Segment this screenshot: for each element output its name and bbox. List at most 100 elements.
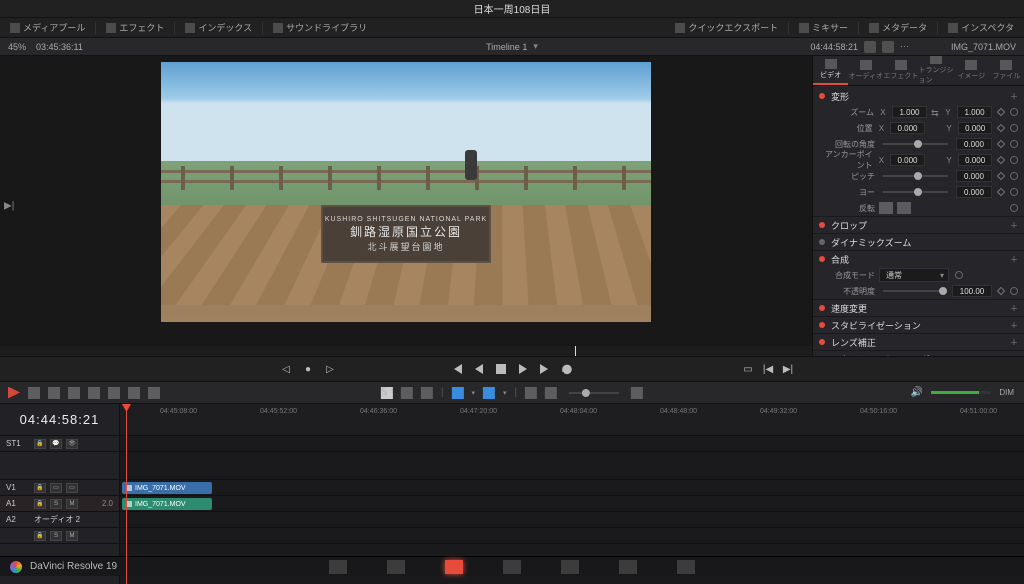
section-crop[interactable]: クロップ＋ xyxy=(813,217,1024,233)
tab-audio[interactable]: オーディオ xyxy=(848,56,883,85)
tab-image[interactable]: イメージ xyxy=(954,56,989,85)
enable-dot[interactable] xyxy=(819,222,825,228)
reset-icon[interactable] xyxy=(955,271,963,279)
play-button[interactable] xyxy=(517,363,529,375)
mark-in-icon[interactable]: ◁ xyxy=(280,363,292,375)
volume-slider[interactable] xyxy=(931,391,991,394)
insert-icon[interactable] xyxy=(68,387,80,399)
resolve-logo-icon[interactable] xyxy=(10,561,22,573)
lock-icon[interactable] xyxy=(421,387,433,399)
track-head-a1[interactable]: A1🔒SM2.0 xyxy=(0,496,119,512)
timecode-display[interactable]: 04:44:58:21 xyxy=(0,404,119,436)
pitch-input[interactable]: 0.000 xyxy=(956,170,992,182)
selection-tool-icon[interactable] xyxy=(8,387,20,399)
chevron-down-icon[interactable]: ▾ xyxy=(503,389,507,397)
solo-button[interactable]: S xyxy=(50,499,62,509)
keyframe-icon[interactable] xyxy=(997,287,1005,295)
zoom-out-icon[interactable] xyxy=(525,387,537,399)
keyframe-icon[interactable] xyxy=(997,172,1005,180)
track-v1-lane[interactable]: IMG_7071.MOV xyxy=(120,480,1024,496)
section-composite[interactable]: 合成＋ xyxy=(813,251,1024,267)
page-edit[interactable] xyxy=(445,560,463,574)
append-icon[interactable] xyxy=(148,387,160,399)
chevron-down-icon[interactable]: ▾ xyxy=(471,389,475,397)
dots-icon[interactable]: ⋯ xyxy=(900,41,909,52)
tab-file[interactable]: ファイル xyxy=(989,56,1024,85)
lock-icon[interactable]: 🔒 xyxy=(34,499,46,509)
section-transform[interactable]: 変形＋ xyxy=(813,88,1024,104)
jump-next-icon[interactable]: ▶| xyxy=(782,363,794,375)
yaw-slider[interactable] xyxy=(883,191,948,193)
flag-icon[interactable] xyxy=(451,387,463,399)
snap-icon[interactable]: 𝕊 xyxy=(381,387,393,399)
link-icon[interactable] xyxy=(401,387,413,399)
pos-y-input[interactable]: 0.000 xyxy=(958,122,993,134)
mute-button[interactable]: M xyxy=(66,499,78,509)
jump-end-icon[interactable]: ▶| xyxy=(4,201,14,212)
reset-icon[interactable] xyxy=(1010,204,1018,212)
mark-out-icon[interactable]: ▷ xyxy=(324,363,336,375)
yaw-input[interactable]: 0.000 xyxy=(956,186,992,198)
reset-icon[interactable] xyxy=(1010,188,1018,196)
page-fairlight[interactable] xyxy=(619,560,637,574)
keyframe-icon[interactable] xyxy=(997,140,1005,148)
menu-quick-export[interactable]: クイックエクスポート xyxy=(671,21,782,34)
lock-icon[interactable]: 🔒 xyxy=(34,483,46,493)
flip-h-icon[interactable] xyxy=(879,202,893,214)
enable-dot[interactable] xyxy=(819,322,825,328)
time-ruler[interactable]: 04:45:08:00 04:45:52:00 04:46:36:00 04:4… xyxy=(120,404,1024,436)
rotation-slider[interactable] xyxy=(883,143,948,145)
enable-dot[interactable] xyxy=(819,339,825,345)
subtitle-icon[interactable]: 💬 xyxy=(50,439,62,449)
timeline-viewer[interactable]: ▶| KUSHIRO SHITSUGEN NATIONAL PARK 釧路湿原国… xyxy=(0,56,812,356)
reset-icon[interactable] xyxy=(1010,172,1018,180)
eye-icon[interactable]: ▭ xyxy=(66,483,78,493)
zoom-fit-icon[interactable] xyxy=(631,387,643,399)
track-a1-lane[interactable]: IMG_7071.MOV xyxy=(120,496,1024,512)
jump-prev-icon[interactable]: |◀ xyxy=(762,363,774,375)
first-frame-button[interactable] xyxy=(451,363,463,375)
page-deliver[interactable] xyxy=(677,560,695,574)
playhead[interactable] xyxy=(126,404,127,584)
pos-x-input[interactable]: 0.000 xyxy=(890,122,925,134)
reset-icon[interactable] xyxy=(1010,124,1018,132)
link-icon[interactable]: ⇆ xyxy=(931,108,939,116)
menu-effects[interactable]: エフェクト xyxy=(102,21,168,34)
loop-button[interactable] xyxy=(561,363,573,375)
opacity-slider[interactable] xyxy=(883,290,944,292)
keyframe-icon[interactable] xyxy=(997,188,1005,196)
auto-select-icon[interactable]: ▭ xyxy=(50,483,62,493)
trim-tool-icon[interactable] xyxy=(28,387,40,399)
track-head-a2[interactable]: A2オーディオ 2 xyxy=(0,512,119,528)
next-frame-button[interactable] xyxy=(539,363,551,375)
menu-inspector[interactable]: インスペクタ xyxy=(944,21,1018,34)
section-lens[interactable]: レンズ補正＋ xyxy=(813,334,1024,350)
marker-icon[interactable] xyxy=(483,387,495,399)
menu-sound-library[interactable]: サウンドライブラリ xyxy=(269,21,371,34)
zoom-slider[interactable] xyxy=(569,392,619,394)
viewer-opt-icon[interactable] xyxy=(864,41,876,53)
lock-icon[interactable]: 🔒 xyxy=(34,531,46,541)
chevron-down-icon[interactable]: ▾ xyxy=(533,41,538,52)
section-speed[interactable]: 速度変更＋ xyxy=(813,300,1024,316)
lock-icon[interactable]: 🔒 xyxy=(34,439,46,449)
reset-icon[interactable] xyxy=(1010,156,1018,164)
anchor-y-input[interactable]: 0.000 xyxy=(958,154,993,166)
menu-metadata[interactable]: メタデータ xyxy=(865,21,931,34)
reset-icon[interactable] xyxy=(1010,287,1018,295)
position-bar[interactable] xyxy=(0,346,812,356)
track-a2-lane2[interactable] xyxy=(120,528,1024,544)
speaker-icon[interactable]: 🔊 xyxy=(911,387,923,398)
zoom-in-icon[interactable] xyxy=(545,387,557,399)
section-dynamic-zoom[interactable]: ダイナミックズーム xyxy=(813,234,1024,250)
eye-icon[interactable]: 👁 xyxy=(66,439,78,449)
blend-mode-select[interactable]: 通常 xyxy=(879,268,949,282)
track-head-st1[interactable]: ST1🔒💬👁 xyxy=(0,436,119,452)
keyframe-icon[interactable] xyxy=(997,124,1005,132)
keyframe-icon[interactable] xyxy=(997,156,1005,164)
zoom-percent[interactable]: 45% xyxy=(8,42,26,52)
reset-icon[interactable] xyxy=(1010,140,1018,148)
enable-dot[interactable] xyxy=(819,305,825,311)
section-stabilization[interactable]: スタビライゼーション＋ xyxy=(813,317,1024,333)
track-head-v1[interactable]: V1🔒▭▭ xyxy=(0,480,119,496)
